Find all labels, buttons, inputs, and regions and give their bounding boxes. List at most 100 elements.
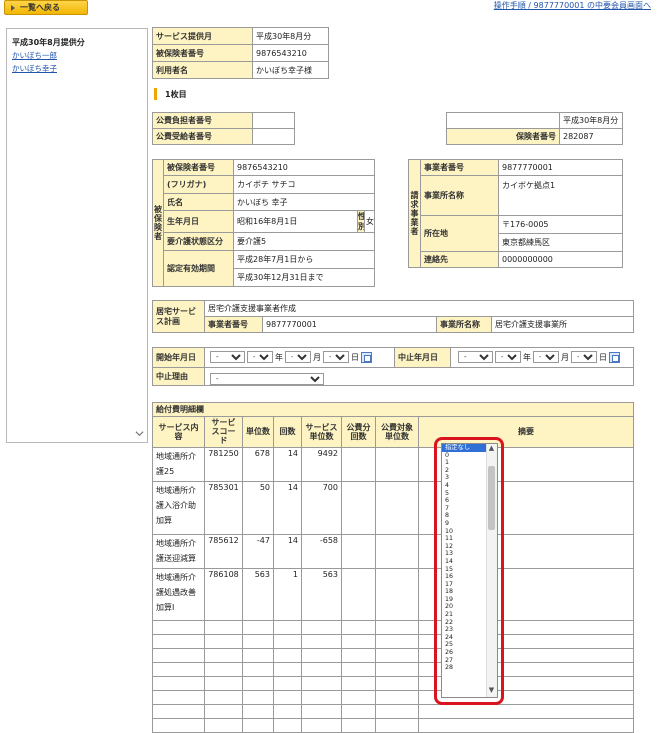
sex-label: 性別 — [357, 210, 365, 233]
start-era-select[interactable]: - — [210, 351, 245, 363]
provider-name-value: カイボケ拠点1 — [498, 175, 623, 216]
stop-year-select[interactable]: - — [495, 351, 521, 363]
birth-label: 生年月日 — [163, 210, 234, 233]
care-plan-label: 居宅サービス計画 — [152, 300, 205, 333]
provider-id-label: 事業者番号 — [420, 159, 499, 176]
provider-group-label: 請求事業者 — [408, 159, 421, 268]
stop-reason-label: 中止理由 — [152, 367, 205, 386]
insured-no-value: 9876543210 — [232, 159, 376, 176]
provider-id-value: 9877770001 — [498, 159, 623, 176]
section-marker — [154, 88, 157, 100]
insured-group-label: 被保険者 — [152, 159, 164, 287]
public-recipient-value — [252, 128, 295, 145]
row-total: 9492 — [301, 446, 342, 482]
empty-row — [152, 647, 634, 663]
row-service-code: 781250 — [204, 446, 243, 482]
care-level-label: 要介護状態区分 — [163, 232, 234, 251]
back-to-list-button[interactable]: 一覧へ戻る — [4, 0, 88, 15]
row-count: 1 — [273, 567, 302, 621]
postal-value: 〒176-0005 — [498, 215, 623, 234]
cert-period-label: 認定有効期間 — [163, 250, 234, 287]
row-unit: 50 — [242, 480, 274, 535]
public-expense-table: 公費負担者番号 公費受給者番号 — [152, 112, 295, 145]
start-year-select[interactable]: - — [247, 351, 273, 363]
name-value: かいぼち 幸子 — [232, 193, 376, 211]
care-plan-name-label: 事業所名称 — [436, 316, 492, 333]
row-count: 14 — [273, 533, 302, 569]
row-count: 14 — [273, 480, 302, 535]
table-row: 地域通所介護処遇改善加算Ⅰ 786108 563 1 563 — [152, 567, 634, 621]
insurer-number-label: 保険者番号 — [446, 128, 560, 145]
row-service-name: 地域通所介護25 — [152, 446, 205, 482]
address-label: 所在地 — [420, 215, 499, 252]
col-service-units: サービス単位数 — [301, 416, 342, 448]
contact-value: 0000000000 — [498, 251, 623, 268]
user-name-label: 利用者名 — [152, 61, 253, 79]
empty-row — [152, 703, 634, 719]
col-unit: 単位数 — [242, 416, 274, 448]
insured-number-label: 被保険者番号 — [152, 44, 253, 62]
sidebar-item-ichiro[interactable]: かいぼち一郎 — [12, 50, 147, 61]
start-calendar-icon[interactable] — [361, 351, 372, 363]
benefit-title: 給付費明細欄 — [152, 402, 634, 417]
sidebar-heading: 平成30年8月提供分 — [12, 38, 85, 47]
provider-name-label: 事業所名称 — [420, 175, 499, 216]
care-plan-name-value: 居宅介護支援事業所 — [491, 316, 634, 333]
benefit-table: 給付費明細欄 サービス内容 サービスコード 単位数 回数 サービス単位数 公費分… — [152, 402, 634, 733]
service-month-label: サービス提供月 — [152, 27, 253, 45]
start-day-select[interactable]: - — [323, 351, 349, 363]
section-title: 1枚目 — [165, 89, 187, 99]
col-service-content: サービス内容 — [152, 416, 205, 448]
table-row: 地域通所介護送迎減算 785612 -47 14 -658 — [152, 533, 634, 569]
chevron-down-icon[interactable] — [135, 429, 144, 438]
back-button-label: 一覧へ戻る — [20, 3, 60, 12]
public-recipient-label: 公費受給者番号 — [152, 128, 253, 145]
kana-value: カイボチ サチコ — [232, 175, 376, 194]
empty-row — [152, 689, 634, 705]
row-unit: -47 — [242, 533, 274, 569]
care-plan-value: 居宅介護支援事業者作成 — [204, 300, 634, 317]
empty-row — [152, 661, 634, 677]
service-month-value: 平成30年8月分 — [252, 27, 329, 45]
cert-to-value: 平成30年12月31日まで — [232, 268, 376, 287]
care-plan-id-label: 事業者番号 — [204, 316, 263, 333]
name-label: 氏名 — [163, 193, 234, 211]
table-row: 地域通所介護入浴介助加算 785301 50 14 700 — [152, 480, 634, 535]
address-value: 東京都練馬区 — [498, 233, 623, 252]
insured-table: 被保険者 被保険者番号 9876543210 (フリガナ) カイボチ サチコ 氏… — [152, 159, 376, 287]
user-info-table: サービス提供月 平成30年8月分 被保険者番号 9876543210 利用者名 … — [152, 27, 329, 79]
stop-era-select[interactable]: - — [458, 351, 493, 363]
insurer-number-value: 282087 — [559, 128, 623, 145]
insured-number-value: 9876543210 — [252, 44, 329, 62]
stop-calendar-icon[interactable] — [609, 351, 620, 363]
stop-month-suffix: 月 — [561, 352, 569, 362]
sidebar-item-sachiko[interactable]: かいぼち幸子 — [12, 63, 147, 74]
col-public-units: 公費対象単位数 — [375, 416, 419, 448]
stop-reason-select[interactable]: - — [210, 373, 324, 385]
claim-month-value: 平成30年8月分 — [559, 112, 623, 129]
row-total: 563 — [301, 567, 342, 621]
row-service-code: 785612 — [204, 533, 243, 569]
public-payer-label: 公費負担者番号 — [152, 112, 253, 129]
empty-row — [152, 633, 634, 649]
row-service-name: 地域通所介護入浴介助加算 — [152, 480, 205, 535]
row-unit: 678 — [242, 446, 274, 482]
stop-date-group: - - 年 - 月 - 日 — [458, 351, 620, 363]
table-row: 地域通所介護25 781250 678 14 9492 — [152, 446, 634, 482]
start-day-suffix: 日 — [351, 352, 359, 362]
stop-day-suffix: 日 — [599, 352, 607, 362]
stop-day-select[interactable]: - — [571, 351, 597, 363]
start-month-select[interactable]: - — [285, 351, 311, 363]
row-unit: 563 — [242, 567, 274, 621]
insurer-table: 平成30年8月分 保険者番号 282087 — [446, 112, 623, 145]
row-service-name: 地域通所介護送迎減算 — [152, 533, 205, 569]
row-service-code: 785301 — [204, 480, 243, 535]
user-name-value: かいぼち幸子様 — [252, 61, 329, 79]
start-year-suffix: 年 — [275, 352, 283, 362]
start-date-label: 開始年月日 — [152, 347, 205, 368]
stop-month-select[interactable]: - — [533, 351, 559, 363]
care-level-value: 要介護5 — [232, 232, 376, 251]
care-plan-id-value: 9877770001 — [262, 316, 437, 333]
top-link[interactable]: 操作手順 / 9877770001 の中要会員画面へ — [494, 0, 651, 11]
contact-label: 連絡先 — [420, 251, 499, 268]
